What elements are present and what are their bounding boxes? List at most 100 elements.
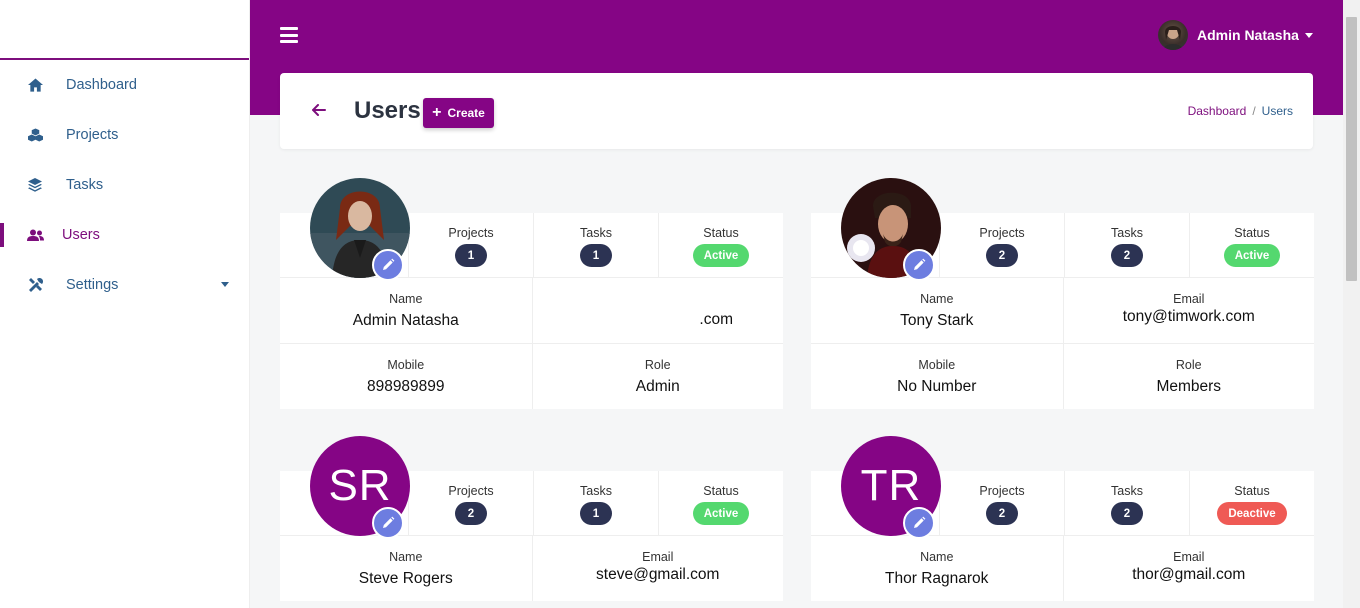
brand-area xyxy=(0,0,249,60)
sidebar-item-dashboard[interactable]: Dashboard xyxy=(0,60,249,110)
user-info-row: Name Admin Natasha .com xyxy=(280,277,783,343)
user-email-value: .com xyxy=(699,311,733,328)
projects-stat: Projects 1 xyxy=(408,213,533,277)
user-email-value: tony@timwork.com xyxy=(1122,308,1255,325)
pencil-icon xyxy=(914,258,926,270)
status-badge: Deactive xyxy=(1217,502,1287,525)
user-mobile-value: 898989899 xyxy=(366,378,445,395)
name-cell: Name Tony Stark xyxy=(811,278,1063,343)
scrollbar-thumb[interactable] xyxy=(1346,17,1357,281)
field-label: Name xyxy=(389,550,423,564)
user-name: Admin Natasha xyxy=(1197,27,1299,43)
page-header-card: Users + Create Dashboard / Users xyxy=(280,73,1313,149)
field-label: Role xyxy=(1175,358,1202,372)
user-email-value: steve@gmail.com xyxy=(596,566,720,583)
sidebar-nav: Dashboard Projects Tasks Users Settings xyxy=(0,60,249,310)
field-label: Mobile xyxy=(918,358,956,372)
user-info-row: Mobile No Number Role Members xyxy=(811,343,1314,409)
create-button-label: Create xyxy=(447,106,485,120)
sidebar-item-settings[interactable]: Settings xyxy=(0,260,249,310)
status-badge: Active xyxy=(692,244,750,267)
back-arrow-icon[interactable] xyxy=(311,103,326,117)
email-cell: .com xyxy=(531,278,784,343)
sidebar-item-tasks[interactable]: Tasks xyxy=(0,160,249,210)
user-name-value: Steve Rogers xyxy=(358,570,453,587)
user-info-row: Name Tony Stark Email tony@timwork.com xyxy=(811,277,1314,343)
edit-avatar-button[interactable] xyxy=(372,249,404,281)
breadcrumb-current: Users xyxy=(1261,104,1293,118)
field-label: Email xyxy=(1173,292,1205,306)
tasks-stat: Tasks 2 xyxy=(1064,213,1189,277)
projects-count-badge: 1 xyxy=(455,244,487,267)
role-cell: Role Members xyxy=(1062,344,1315,409)
plus-icon: + xyxy=(432,104,442,121)
sidebar-item-label: Dashboard xyxy=(66,77,137,93)
stat-label: Tasks xyxy=(580,484,612,498)
sidebar-item-label: Users xyxy=(62,227,100,243)
create-button[interactable]: + Create xyxy=(423,98,494,128)
field-label: Name xyxy=(920,292,954,306)
users-icon xyxy=(26,226,44,244)
pencil-icon xyxy=(383,516,395,528)
field-label: Name xyxy=(389,292,423,306)
sidebar: Dashboard Projects Tasks Users Settings xyxy=(0,0,250,608)
breadcrumb-separator: / xyxy=(1252,104,1256,118)
projects-count-badge: 2 xyxy=(455,502,487,525)
edit-avatar-button[interactable] xyxy=(903,507,935,539)
home-icon xyxy=(26,76,44,94)
layers-icon xyxy=(26,176,44,194)
field-label: Email xyxy=(642,550,674,564)
field-label: Email xyxy=(1173,550,1205,564)
email-cell: Email tony@timwork.com xyxy=(1062,278,1315,343)
tools-icon xyxy=(26,276,44,294)
sidebar-item-users[interactable]: Users xyxy=(0,210,249,260)
user-name-value: Tony Stark xyxy=(900,312,974,329)
name-cell: Name Admin Natasha xyxy=(280,278,532,343)
user-role-value: Admin xyxy=(635,378,680,395)
role-cell: Role Admin xyxy=(531,344,784,409)
projects-stat: Projects 2 xyxy=(939,471,1064,535)
tasks-count-badge: 1 xyxy=(580,244,612,267)
stat-label: Projects xyxy=(448,226,494,240)
stat-label: Status xyxy=(703,484,739,498)
stat-label: Projects xyxy=(448,484,494,498)
tasks-count-badge: 2 xyxy=(1111,502,1143,525)
breadcrumb-dashboard[interactable]: Dashboard xyxy=(1188,104,1247,118)
sidebar-item-label: Tasks xyxy=(66,177,104,193)
edit-avatar-button[interactable] xyxy=(903,249,935,281)
stat-label: Status xyxy=(703,226,739,240)
breadcrumb: Dashboard / Users xyxy=(1188,104,1293,118)
user-menu[interactable]: Admin Natasha xyxy=(1158,20,1313,50)
avatar xyxy=(1158,20,1188,50)
user-role-value: Members xyxy=(1156,378,1222,395)
tasks-stat: Tasks 2 xyxy=(1064,471,1189,535)
stat-label: Status xyxy=(1234,226,1270,240)
page-title: Users xyxy=(354,97,421,124)
status-badge: Active xyxy=(1223,244,1281,267)
stat-label: Tasks xyxy=(580,226,612,240)
sidebar-item-projects[interactable]: Projects xyxy=(0,110,249,160)
chevron-down-icon xyxy=(1304,32,1313,38)
stat-label: Tasks xyxy=(1111,226,1143,240)
field-label: Mobile xyxy=(387,358,425,372)
stat-label: Projects xyxy=(979,484,1025,498)
cubes-icon xyxy=(26,126,44,144)
mobile-cell: Mobile 898989899 xyxy=(280,344,532,409)
projects-count-badge: 2 xyxy=(986,502,1018,525)
menu-toggle-icon[interactable] xyxy=(280,27,298,43)
user-name-value: Admin Natasha xyxy=(352,312,459,329)
field-label: Name xyxy=(920,550,954,564)
user-email-value: thor@gmail.com xyxy=(1132,566,1246,583)
user-info-row: Mobile 898989899 Role Admin xyxy=(280,343,783,409)
status-stat: Status Active xyxy=(658,213,783,277)
sidebar-item-label: Settings xyxy=(66,277,119,293)
pencil-icon xyxy=(914,516,926,528)
chevron-down-icon xyxy=(221,282,229,287)
stat-label: Tasks xyxy=(1111,484,1143,498)
vertical-scrollbar[interactable] xyxy=(1343,0,1360,608)
edit-avatar-button[interactable] xyxy=(372,507,404,539)
user-info-row: Name Thor Ragnarok Email thor@gmail.com xyxy=(811,535,1314,601)
stat-label: Status xyxy=(1234,484,1270,498)
sidebar-item-label: Projects xyxy=(66,127,119,143)
email-cell: Email steve@gmail.com xyxy=(531,536,784,601)
